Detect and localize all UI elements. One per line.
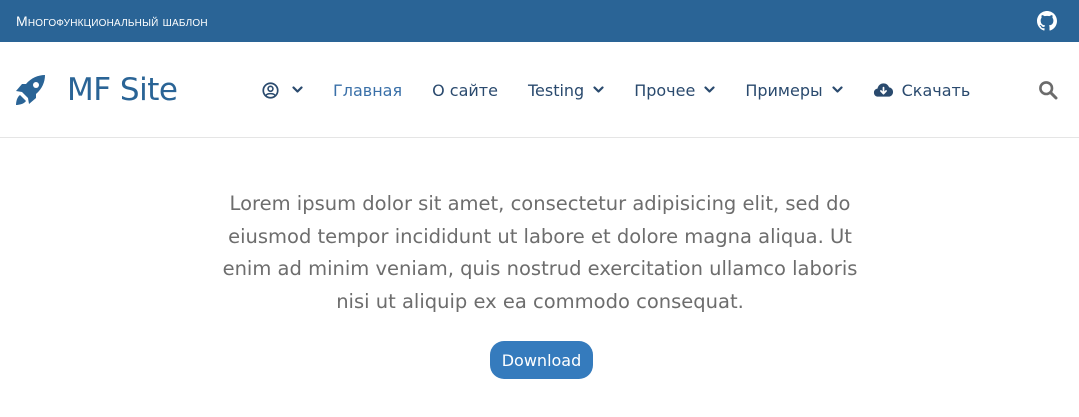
site-name: MF Site	[67, 72, 178, 108]
chevron-down-icon	[704, 86, 715, 93]
rocket-icon	[16, 75, 45, 105]
nav-item-home[interactable]: Главная	[333, 81, 402, 100]
github-icon[interactable]	[1037, 11, 1057, 31]
brand[interactable]: MF Site	[14, 72, 178, 108]
nav-item-download[interactable]: Скачать	[873, 80, 971, 100]
user-menu[interactable]	[262, 81, 303, 99]
download-button[interactable]: Download	[490, 341, 593, 379]
nav-item-examples[interactable]: Примеры	[745, 80, 843, 100]
nav-item-label: Testing	[527, 80, 585, 100]
nav-item-testing[interactable]: Testing	[528, 81, 604, 100]
nav-item-other[interactable]: Прочее	[634, 81, 715, 100]
cloud-download-icon	[873, 83, 893, 97]
nav-item-label: О сайте	[432, 80, 498, 100]
chevron-down-icon	[292, 86, 303, 93]
nav-menu: Главная О сайте Testing Прочее Примеры С…	[262, 42, 1000, 138]
nav-item-label: Главная	[333, 80, 403, 100]
main-navbar: MF Site Главная О сайте Testing Прочее П…	[0, 42, 1079, 138]
top-bar: Многофункциональный шаблон	[0, 0, 1079, 42]
nav-item-label: Примеры	[745, 80, 823, 100]
nav-item-about[interactable]: О сайте	[432, 81, 498, 100]
chevron-down-icon	[593, 86, 604, 93]
nav-item-label: Скачать	[901, 80, 971, 100]
user-circle-icon	[262, 81, 279, 99]
nav-item-label: Прочее	[634, 80, 696, 100]
chevron-down-icon	[832, 86, 843, 93]
search-icon[interactable]	[1038, 80, 1058, 100]
hero-text: Lorem ipsum dolor sit amet, consectetur …	[222, 192, 858, 313]
topbar-title: Многофункциональный шаблон	[16, 13, 208, 29]
